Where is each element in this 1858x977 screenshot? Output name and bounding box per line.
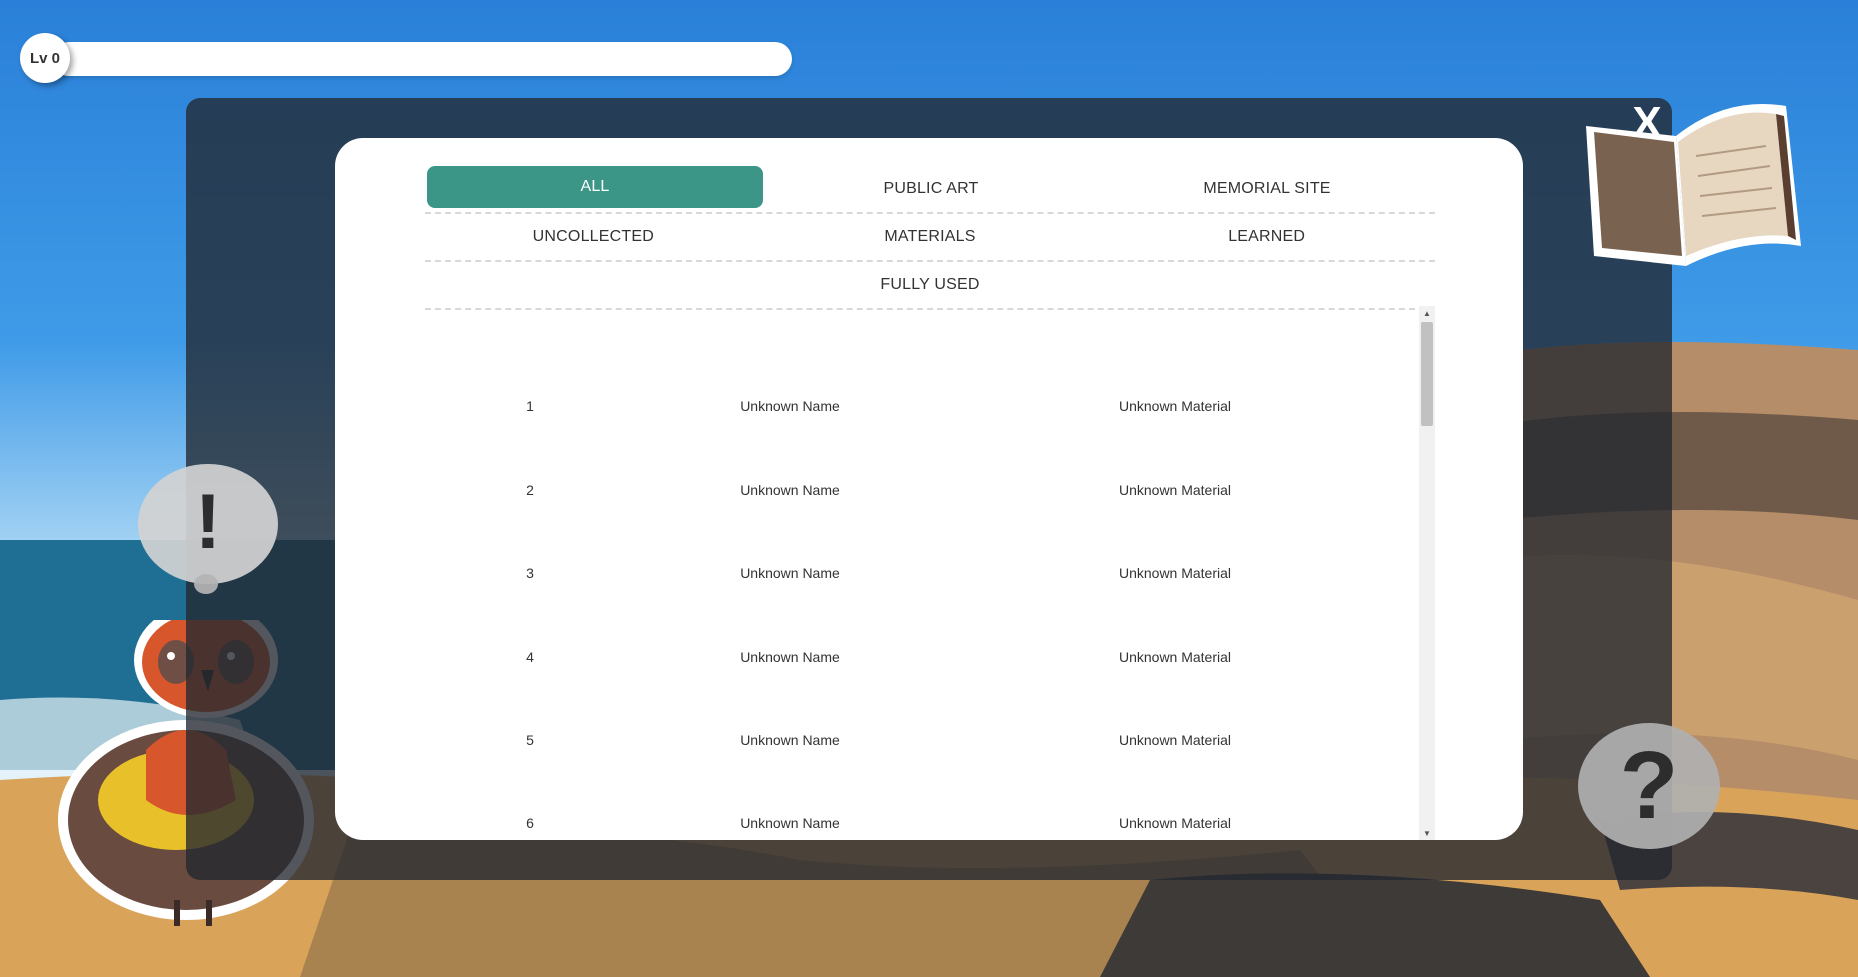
hint-bubble[interactable]: ! — [138, 464, 278, 584]
list-item[interactable]: 6 Unknown Name Unknown Material — [425, 813, 1415, 833]
item-name: Unknown Name — [740, 732, 840, 748]
item-name: Unknown Name — [740, 565, 840, 581]
question-mark-icon: ? — [1619, 732, 1679, 839]
item-number: 4 — [526, 649, 534, 665]
help-button[interactable]: ? — [1578, 723, 1720, 849]
list-item[interactable]: 5 Unknown Name Unknown Material — [425, 730, 1415, 750]
close-button[interactable]: X — [1627, 98, 1667, 148]
item-number: 6 — [526, 815, 534, 831]
tab-row-1: ALL PUBLIC ART MEMORIAL SITE — [425, 166, 1435, 214]
list-item[interactable]: 2 Unknown Name Unknown Material — [425, 480, 1415, 500]
hint-bubble-tail — [194, 574, 218, 594]
scroll-down-arrow-icon[interactable]: ▼ — [1419, 826, 1435, 840]
item-name: Unknown Name — [740, 398, 840, 414]
tab-uncollected[interactable]: UNCOLLECTED — [425, 214, 762, 260]
item-number: 2 — [526, 482, 534, 498]
item-name: Unknown Name — [740, 649, 840, 665]
item-name: Unknown Name — [740, 482, 840, 498]
item-material: Unknown Material — [1118, 398, 1232, 414]
item-name: Unknown Name — [740, 815, 840, 831]
level-badge: Lv 0 — [20, 33, 70, 83]
exclamation-icon: ! — [195, 476, 221, 565]
tab-row-2: UNCOLLECTED MATERIALS LEARNED — [425, 214, 1435, 262]
tab-public-art[interactable]: PUBLIC ART — [763, 166, 1099, 212]
scroll-thumb[interactable] — [1421, 322, 1433, 426]
item-material: Unknown Material — [1118, 815, 1232, 831]
tab-materials[interactable]: MATERIALS — [762, 214, 1099, 260]
filter-tabs: ALL PUBLIC ART MEMORIAL SITE UNCOLLECTED… — [425, 166, 1435, 310]
item-material: Unknown Material — [1118, 482, 1232, 498]
scroll-up-arrow-icon[interactable]: ▲ — [1419, 306, 1435, 320]
item-number: 3 — [526, 565, 534, 581]
collection-panel: ALL PUBLIC ART MEMORIAL SITE UNCOLLECTED… — [335, 138, 1523, 840]
item-material: Unknown Material — [1118, 732, 1232, 748]
tab-all[interactable]: ALL — [427, 166, 763, 208]
item-number: 1 — [526, 398, 534, 414]
tab-row-3: FULLY USED — [425, 262, 1435, 310]
list-scrollbar[interactable]: ▲ ▼ — [1419, 306, 1435, 840]
item-material: Unknown Material — [1118, 565, 1232, 581]
item-number: 5 — [526, 732, 534, 748]
tab-fully-used[interactable]: FULLY USED — [425, 262, 1435, 308]
list-item[interactable]: 1 Unknown Name Unknown Material — [425, 396, 1415, 416]
collection-list[interactable]: 1 Unknown Name Unknown Material 2 Unknow… — [425, 306, 1435, 840]
tab-memorial-site[interactable]: MEMORIAL SITE — [1099, 166, 1435, 212]
list-item[interactable]: 4 Unknown Name Unknown Material — [425, 647, 1415, 667]
item-material: Unknown Material — [1118, 649, 1232, 665]
level-progress-bar — [52, 42, 792, 76]
list-item[interactable]: 3 Unknown Name Unknown Material — [425, 563, 1415, 583]
tab-learned[interactable]: LEARNED — [1098, 214, 1435, 260]
open-book-icon[interactable] — [1576, 96, 1808, 280]
